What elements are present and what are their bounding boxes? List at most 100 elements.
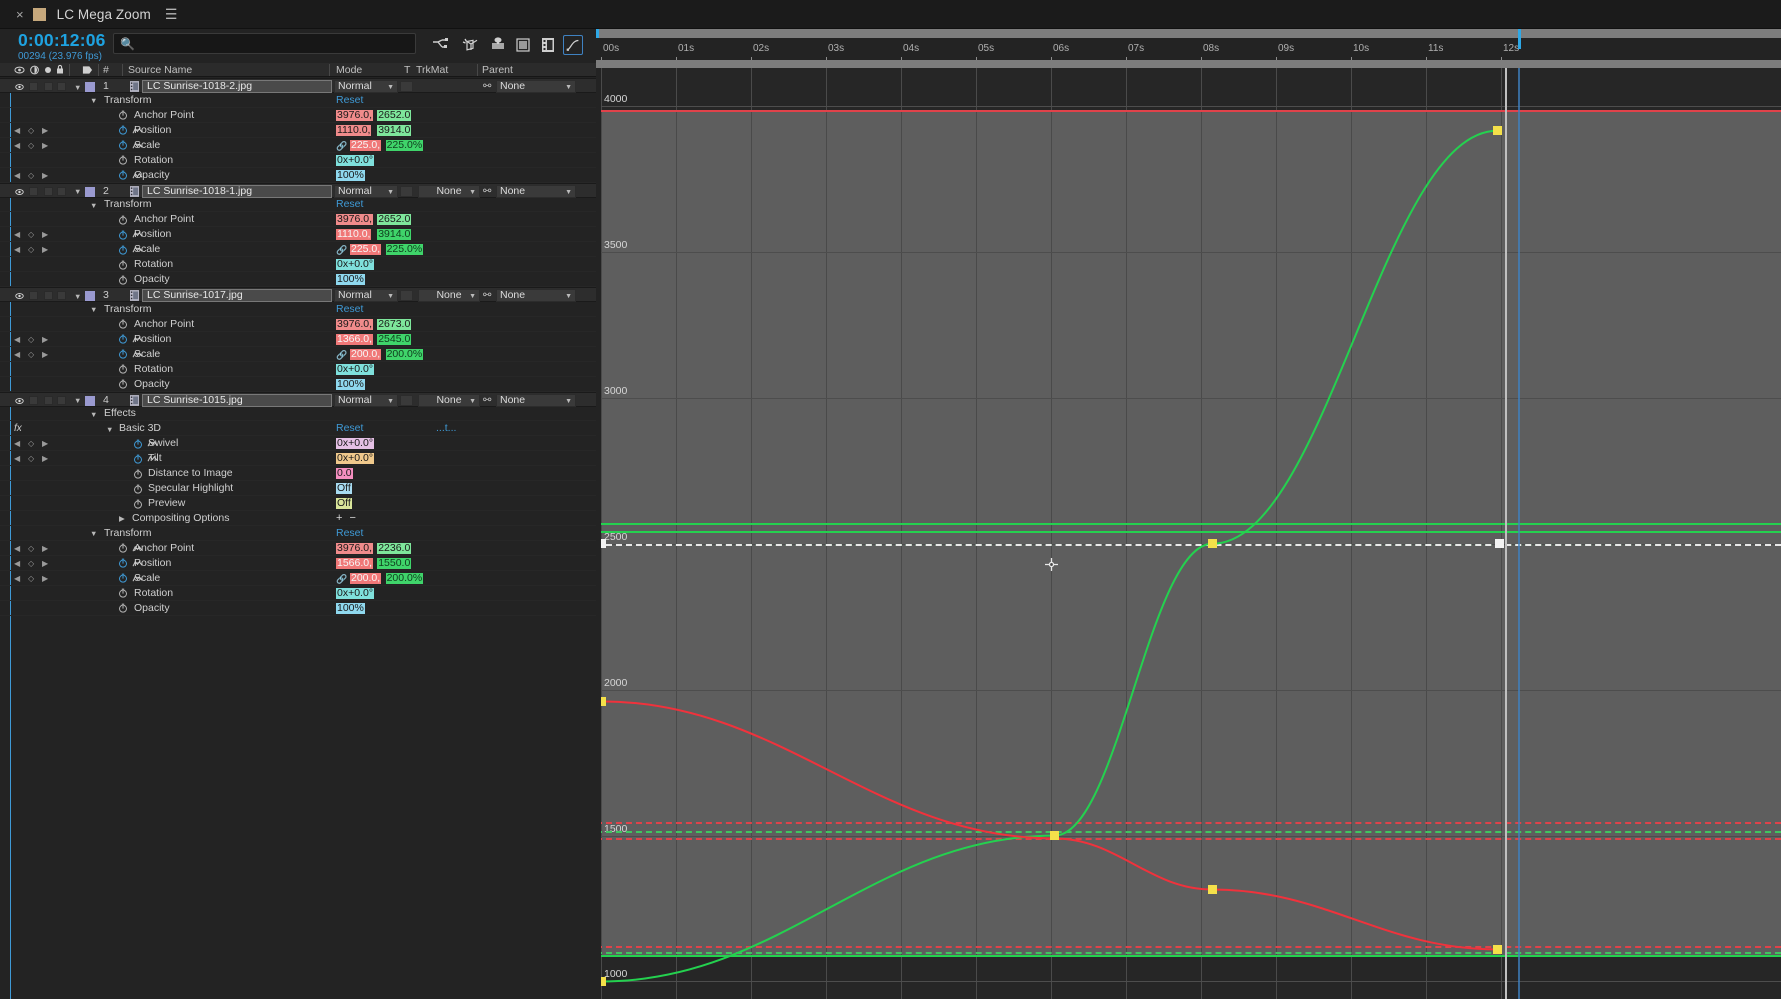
property-row[interactable]: Opacity 100% [0,601,596,616]
keyframe-toggle-icon[interactable]: ◇ [28,541,36,556]
keyframe-toggle-icon[interactable]: ◇ [28,332,36,347]
layer-parent-select[interactable]: None ▼ [496,289,576,303]
property-row[interactable]: ◀ ◇ ▶ Tilt 0x+0.0° [0,451,596,467]
property-value-x[interactable]: 3976.0, [336,318,374,330]
property-value-x[interactable]: 200.0, [350,348,382,360]
panel-menu-icon[interactable]: ☰ [165,6,178,23]
layer-solo-toggle[interactable] [44,82,53,91]
keyframe-marker[interactable] [1495,539,1504,549]
property-value[interactable]: Off [336,483,352,495]
scale-link-icon[interactable]: 🔗 [336,245,347,256]
stopwatch-icon[interactable] [133,469,143,479]
property-group-row[interactable]: ▼ Transform Reset [0,197,596,213]
keyframe-toggle-icon[interactable]: ◇ [28,242,36,257]
property-row[interactable]: ◀ ◇ ▶ Scale 🔗 225.0, 225.0% [0,138,596,153]
keyframe-toggle-icon[interactable]: ◇ [28,168,36,183]
curve-position-x-red[interactable] [600,700,1498,951]
layer-visibility-icon[interactable] [15,82,24,91]
parent-pickwhip-icon[interactable]: ⚯ [483,81,491,92]
property-row[interactable]: Rotation 0x+0.0° [0,362,596,377]
property-row[interactable]: Rotation 0x+0.0° [0,153,596,168]
keyframe-toggle-icon[interactable]: ◇ [28,451,36,466]
property-row[interactable]: Specular Highlight Off [0,481,596,497]
layer-label-color[interactable] [85,291,95,302]
keyframe-marker[interactable] [1207,539,1217,549]
layer-lock-toggle[interactable] [57,82,66,91]
col-header-source-name[interactable]: Source Name [128,64,192,76]
layer-preserve-transparency-toggle[interactable] [400,290,413,302]
stopwatch-icon[interactable] [118,603,128,613]
layer-solo-toggle[interactable] [44,395,53,405]
property-row[interactable]: Anchor Point 3976.0, 2673.0 [0,317,596,332]
col-header-t[interactable]: T [404,64,410,76]
layer-blend-mode-select[interactable]: Normal ▼ [334,184,398,198]
layer-row[interactable]: ▼ 1 LC Sunrise-1018-2.jpg Normal ▼ ⚯ None ▼ [0,78,596,93]
stopwatch-icon[interactable] [133,454,143,464]
property-row[interactable]: Rotation 0x+0.0° [0,586,596,601]
scale-link-icon[interactable]: 🔗 [336,350,347,361]
property-value[interactable]: 0x+0.0° [336,154,375,166]
layer-parent-select[interactable]: None ▼ [496,184,576,198]
property-value-y[interactable]: 2236.0 [377,542,412,554]
collapsed-twirl-icon[interactable]: ▶ [119,514,125,523]
property-value[interactable]: 0x+0.0° [336,587,375,599]
keyframe-toggle-icon[interactable]: ◇ [28,436,36,451]
keyframe-prev-icon[interactable]: ◀ [14,138,22,153]
keyframe-toggle-icon[interactable]: ◇ [28,571,36,586]
group-reset-link[interactable]: Reset [336,526,363,541]
keyframe-marker[interactable] [1207,885,1217,895]
group-reset-link[interactable]: Reset [336,302,363,317]
property-value-y[interactable]: 3914.0 [377,124,412,136]
keyframe-marker[interactable] [1492,126,1502,136]
property-value-y[interactable]: 1550.0 [377,557,412,569]
property-row[interactable]: Opacity 100% [0,272,596,288]
time-ruler-band[interactable] [596,29,1781,38]
layer-visibility-icon[interactable] [15,396,24,405]
film-strip-icon[interactable] [538,35,558,55]
property-value-y[interactable]: 2652.0 [377,214,412,226]
layer-preserve-transparency-toggle[interactable] [400,394,413,406]
keyframe-next-icon[interactable]: ▶ [42,242,50,257]
group-reset-link[interactable]: Reset [336,93,363,108]
layer-source-name[interactable]: LC Sunrise-1017.jpg [142,289,332,303]
layer-row[interactable]: ▼ 2 LC Sunrise-1018-1.jpg Normal ▼ None ▼ ⚯ None… [0,182,596,198]
property-row[interactable]: ◀ ◇ ▶ Swivel 0x+0.0° [0,436,596,452]
keyframe-prev-icon[interactable]: ◀ [14,347,22,362]
keyframe-prev-icon[interactable]: ◀ [14,123,22,138]
property-row[interactable]: ◀ ◇ ▶ Position 1110.0, 3914.0 [0,227,596,243]
layer-label-color[interactable] [85,395,95,406]
keyframe-prev-icon[interactable]: ◀ [14,242,22,257]
property-value-y[interactable]: 225.0% [385,139,424,151]
stopwatch-icon[interactable] [118,125,128,135]
parent-pickwhip-icon[interactable]: ⚯ [483,186,491,197]
keyframe-marker[interactable] [1050,831,1060,841]
property-value-x[interactable]: 1366.0, [336,333,374,345]
property-row[interactable]: ◀ ◇ ▶ Scale 🔗 200.0, 200.0% [0,347,596,362]
layer-twirl-icon[interactable]: ▼ [74,187,81,196]
property-row[interactable]: Opacity 100% [0,377,596,392]
keyframe-prev-icon[interactable]: ◀ [14,541,22,556]
parent-pickwhip-icon[interactable]: ⚯ [483,395,491,406]
layer-audio-toggle[interactable] [29,82,38,91]
property-value-x[interactable]: 3976.0, [336,542,374,554]
layer-solo-toggle[interactable] [44,186,53,196]
collapsed-group-row[interactable]: ▶ Compositing Options + − [0,511,596,526]
layer-source-name[interactable]: LC Sunrise-1015.jpg [142,393,332,407]
property-value[interactable]: 100% [336,274,365,286]
property-value-x[interactable]: 1566.0, [336,557,374,569]
layer-blend-mode-select[interactable]: Normal ▼ [334,393,398,407]
layer-preserve-transparency-toggle[interactable] [400,185,413,197]
layer-audio-toggle[interactable] [29,395,38,405]
stopwatch-icon[interactable] [118,573,128,583]
layer-audio-toggle[interactable] [29,186,38,196]
property-value[interactable]: 0x+0.0° [336,438,375,450]
layer-parent-select[interactable]: None ▼ [496,80,576,93]
add-remove-controls[interactable]: + − [336,511,358,526]
property-value-y[interactable]: 2545.0 [377,333,412,345]
comp-tab-title[interactable]: LC Mega Zoom [57,7,151,22]
stopwatch-icon[interactable] [118,588,128,598]
motion-blur-icon[interactable] [459,35,479,55]
close-tab-icon[interactable]: × [16,8,24,21]
stopwatch-icon[interactable] [118,155,128,165]
keyframe-next-icon[interactable]: ▶ [42,436,50,451]
